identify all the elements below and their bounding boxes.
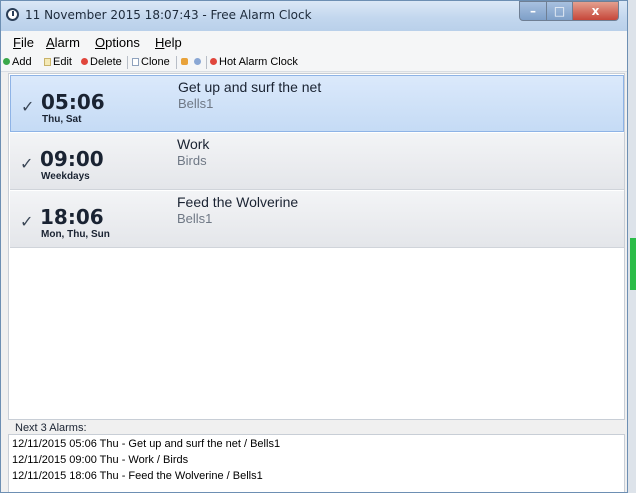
alarm-label: Get up and surf the net [178,79,322,95]
close-button[interactable]: x [572,1,619,21]
toolbar: Add Edit Delete Clone Hot Alarm Clock [1,53,627,72]
next-alarms-list[interactable]: 12/11/2015 05:06 Thu - Get up and surf t… [8,434,625,492]
menu-options-mnemonic: O [95,35,106,50]
delete-label: Delete [90,56,122,68]
desktop-edge [628,0,636,493]
menu-file-label: ile [20,35,34,50]
toolbar-separator [206,56,207,69]
check-icon[interactable]: ✓ [20,154,33,173]
alarm-time: 05:06 [41,90,105,114]
alarm-sound: Bells1 [177,211,213,226]
title-bar[interactable]: 11 November 2015 18:07:43 - Free Alarm C… [1,1,627,31]
menu-help-mnemonic: H [155,35,165,50]
add-label: Add [12,56,32,68]
alarm-time: 09:00 [40,147,104,171]
next-alarm-line: 12/11/2015 18:06 Thu - Feed the Wolverin… [12,470,263,482]
add-button[interactable]: Add [3,55,32,69]
hot-alarm-label: Hot Alarm Clock [219,56,298,68]
alarm-row[interactable]: ✓ 09:00 Weekdays Work Birds [10,133,624,190]
volume-icon [181,58,188,65]
alarm-list[interactable]: ✓ 05:06 Thu, Sat Get up and surf the net… [8,73,625,420]
toolbar-separator [176,56,177,69]
alarm-row[interactable]: ✓ 05:06 Thu, Sat Get up and surf the net… [10,75,624,132]
next-alarms-heading: Next 3 Alarms: [15,422,87,434]
window-title: 11 November 2015 18:07:43 - Free Alarm C… [25,8,312,22]
menu-alarm[interactable]: Alarm [46,35,80,50]
check-icon[interactable]: ✓ [21,97,34,116]
alarm-label: Feed the Wolverine [177,194,299,210]
clone-label: Clone [141,56,170,68]
alarm-sound: Birds [177,153,207,168]
menu-file[interactable]: File [13,35,34,50]
alarm-row[interactable]: ✓ 18:06 Mon, Thu, Sun Feed the Wolverine… [10,191,624,248]
test-sound-button[interactable] [194,55,203,69]
clone-button[interactable]: Clone [132,55,170,69]
speaker-icon [194,58,201,65]
alarm-label: Work [177,136,210,152]
menu-help-label: elp [164,35,182,50]
edit-label: Edit [53,56,72,68]
alarm-sound: Bells1 [178,96,214,111]
desktop-accent [630,238,636,290]
app-window: 11 November 2015 18:07:43 - Free Alarm C… [0,0,628,493]
menu-options[interactable]: Options [95,35,140,50]
check-icon[interactable]: ✓ [20,212,33,231]
alarm-days: Mon, Thu, Sun [41,229,110,240]
menu-alarm-mnemonic: A [46,35,55,50]
alarm-days: Weekdays [41,171,90,182]
menu-help[interactable]: Help [155,35,182,50]
clone-icon [132,58,139,66]
menu-bar: File Alarm Options Help [1,31,627,53]
edit-icon [44,58,51,66]
toolbar-separator [127,56,128,69]
hot-alarm-icon [210,58,217,65]
next-alarm-line: 12/11/2015 05:06 Thu - Get up and surf t… [12,438,281,450]
alarm-time: 18:06 [40,205,104,229]
add-icon [3,58,10,65]
edit-button[interactable]: Edit [44,55,72,69]
next-alarm-line: 12/11/2015 09:00 Thu - Work / Birds [12,454,189,466]
volume-button[interactable] [181,55,190,69]
hot-alarm-button[interactable]: Hot Alarm Clock [210,55,298,69]
delete-button[interactable]: Delete [81,55,122,69]
menu-file-mnemonic: F [13,35,21,50]
maximize-button[interactable]: □ [546,1,573,21]
minimize-button[interactable]: – [519,1,547,21]
delete-icon [81,58,88,65]
alarm-days: Thu, Sat [42,114,82,125]
menu-alarm-label: larm [54,35,80,50]
clock-icon[interactable] [6,8,19,21]
menu-options-label: ptions [105,35,140,50]
